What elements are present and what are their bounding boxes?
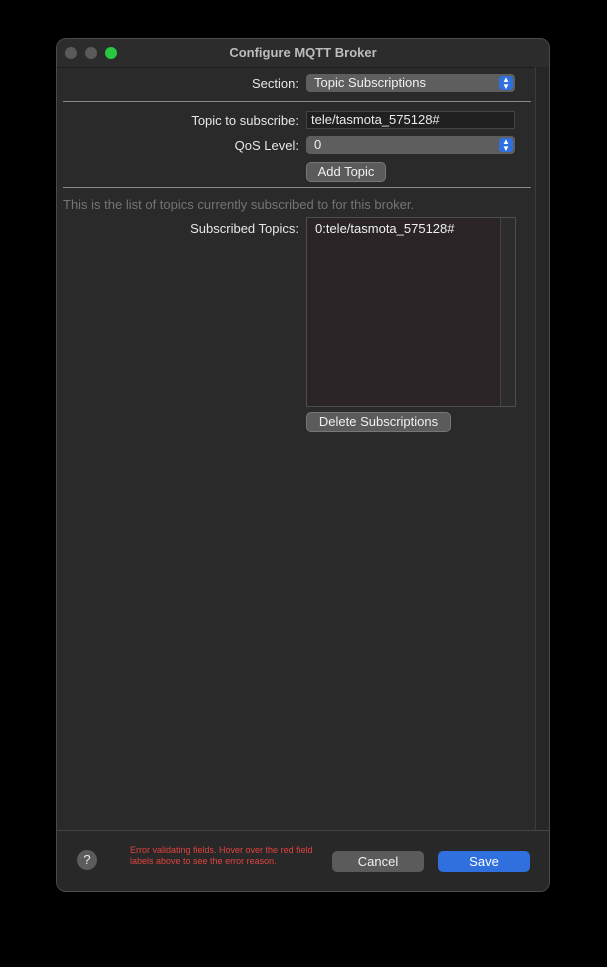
section-popup[interactable]: Topic Subscriptions ▲ ▼ (306, 74, 515, 92)
subscribed-topics-label: Subscribed Topics: (190, 221, 299, 236)
help-icon[interactable]: ? (77, 850, 97, 870)
window-title: Configure MQTT Broker (229, 45, 377, 60)
list-item[interactable]: 0:tele/tasmota_575128# (315, 221, 455, 236)
dialog-window: Configure MQTT Broker Section: Topic Sub… (56, 38, 550, 892)
footer-bar: ? Error validating fields. Hover over th… (57, 830, 549, 891)
qos-popup-value: 0 (314, 137, 322, 152)
title-bar: Configure MQTT Broker (57, 39, 549, 68)
section-popup-value: Topic Subscriptions (314, 75, 426, 90)
subscribed-topics-list[interactable]: 0:tele/tasmota_575128# (306, 217, 516, 407)
hint-text: This is the list of topics currently sub… (63, 197, 415, 212)
topic-input[interactable]: tele/tasmota_575128# (306, 111, 515, 129)
cancel-button[interactable]: Cancel (332, 851, 424, 872)
topic-label: Topic to subscribe: (191, 113, 299, 128)
error-message: Error validating fields. Hover over the … (130, 845, 313, 866)
list-scrollbar[interactable] (500, 218, 515, 406)
separator (63, 187, 531, 188)
save-button[interactable]: Save (438, 851, 530, 872)
qos-popup[interactable]: 0 ▲ ▼ (306, 136, 515, 154)
separator (63, 101, 531, 102)
chevron-updown-icon: ▲ ▼ (499, 138, 513, 153)
add-topic-button[interactable]: Add Topic (306, 162, 386, 182)
delete-subscriptions-button[interactable]: Delete Subscriptions (306, 412, 451, 432)
section-label: Section: (252, 76, 299, 91)
window-scrollbar[interactable] (535, 67, 549, 831)
chevron-updown-icon: ▲ ▼ (499, 76, 513, 91)
qos-label: QoS Level: (234, 138, 299, 153)
